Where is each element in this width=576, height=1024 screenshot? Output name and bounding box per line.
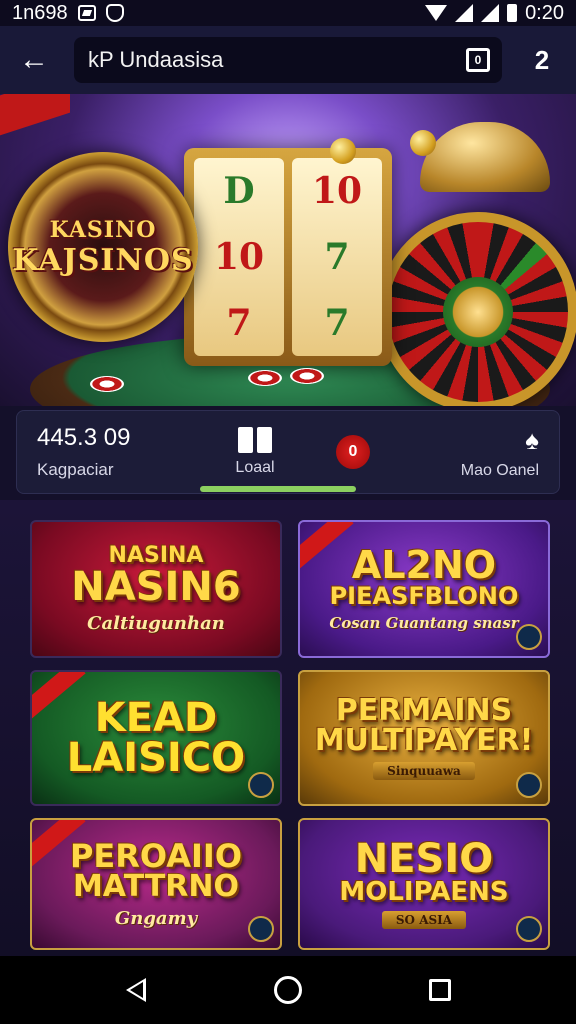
shield-icon [105,4,124,22]
game-title-2: NASIN6 [71,563,241,610]
more-icon: ♠ [525,424,539,455]
chip-icon [90,376,124,392]
chip-icon [290,368,324,384]
badge-icon [516,624,542,650]
coin-icon [410,130,436,156]
game-card[interactable]: PERMAINS MULTIPAYER! Sinquuawa [298,670,550,806]
record-icon: 0 [336,435,370,469]
game-title-2: LAISICO [66,735,246,781]
reel-symbol: 7 [324,236,350,278]
more-button[interactable]: ♠ Mao Oanel [393,425,539,480]
recents-icon [429,979,451,1001]
game-subtitle: Cosan Guantang snasr [329,614,519,632]
status-text: 1n698 [12,1,68,24]
info-card: 445.3 09 Kagpaciar Loaal 0 ♠ Mao Oanel [16,410,560,494]
badge-icon [516,772,542,798]
menu-button[interactable]: 2 [522,40,562,80]
game-title: PERMAINS [335,693,513,728]
game-card[interactable]: AL2NO PIEASFBLONO Cosan Guantang snasr [298,520,550,658]
coin-icon [330,138,356,164]
status-right: 0:20 [425,2,564,25]
nav-recents-button[interactable] [420,970,460,1010]
game-title-2: MATTRNO [72,868,240,904]
wheel-title-line1: KASINO [49,216,157,243]
wheel-title-line2: KAJSINOS [12,242,194,278]
reel-symbol: 7 [226,302,252,344]
home-icon [274,976,302,1004]
hot-tag [32,672,86,719]
load-label: Loaal [235,459,275,476]
status-time: 0:20 [525,1,564,24]
game-card[interactable]: PEROAIIO MATTRNO Gngamy [30,818,282,950]
battery-icon [507,4,518,22]
badge-icon [248,772,274,798]
game-subtitle: SO ASIA [381,911,467,929]
system-nav-bar [0,956,576,1024]
address-text[interactable]: kP Undaasisa [88,47,466,73]
game-card[interactable]: KEAD LAISICO [30,670,282,806]
badge-icon [516,916,542,942]
hot-tag [300,522,354,569]
reel-symbol: 10 [311,170,363,212]
game-title-2: PIEASFBLONO [329,582,519,610]
chip-icon [248,370,282,386]
signal-icon-2 [481,4,500,22]
nav-back-button[interactable] [116,970,156,1010]
reel-symbol: 10 [213,236,265,278]
tabs-button[interactable]: 0 [466,48,490,72]
game-title: NESIO [354,836,494,882]
balance-block: 445.3 09 Kagpaciar [37,424,197,480]
more-label: Mao Oanel [460,461,539,479]
balance-value: 445.3 09 [37,424,131,451]
game-title: KEAD [94,695,218,741]
slot-machine: D 10 7 10 7 7 [184,148,392,366]
status-left: 1n698 [12,2,425,25]
game-title-2: MULTIPAYER! [314,723,534,758]
game-card[interactable]: NESIO MOLIPAENS SO ASIA [298,818,550,950]
address-bar[interactable]: kP Undaasisa 0 [74,37,502,83]
slot-reel: D 10 7 [194,158,284,356]
record-button[interactable]: 0 [313,435,393,469]
roulette-wheel [378,212,576,406]
kasino-wheel: KASINO KAJSINOS [8,152,198,342]
nav-home-button[interactable] [268,970,308,1010]
slot-reel: 10 7 7 [292,158,382,356]
game-title-2: MOLIPAENS [339,877,509,907]
gold-dome [420,122,550,192]
game-card[interactable]: NASINA NASIN6 Caltiugunhan [30,520,282,658]
progress-indicator [200,486,356,492]
ribbon-corner [0,94,70,136]
back-arrow-icon[interactable]: ← [14,40,54,80]
game-subtitle: Caltiugunhan [87,612,225,634]
game-title: PEROAIIO [69,836,243,875]
notification-icon [77,5,96,21]
status-bar: 1n698 0:20 [0,0,576,26]
reel-symbol: 7 [324,302,350,344]
app-bar: ← kP Undaasisa 0 2 [0,26,576,94]
badge-icon [248,916,274,942]
game-subtitle: Gngamy [114,907,198,929]
game-subtitle: Sinquuawa [373,762,475,780]
back-icon [126,978,146,1002]
signal-icon [455,4,474,22]
load-button[interactable]: Loaal [197,427,313,477]
book-icon [238,427,272,453]
balance-label: Kagpaciar [37,460,114,479]
reel-symbol: D [223,170,255,212]
wifi-icon [425,5,448,21]
hero-banner[interactable]: D 10 7 10 7 7 KASINO KAJSINOS [0,94,576,406]
game-title: AL2NO [351,543,497,587]
